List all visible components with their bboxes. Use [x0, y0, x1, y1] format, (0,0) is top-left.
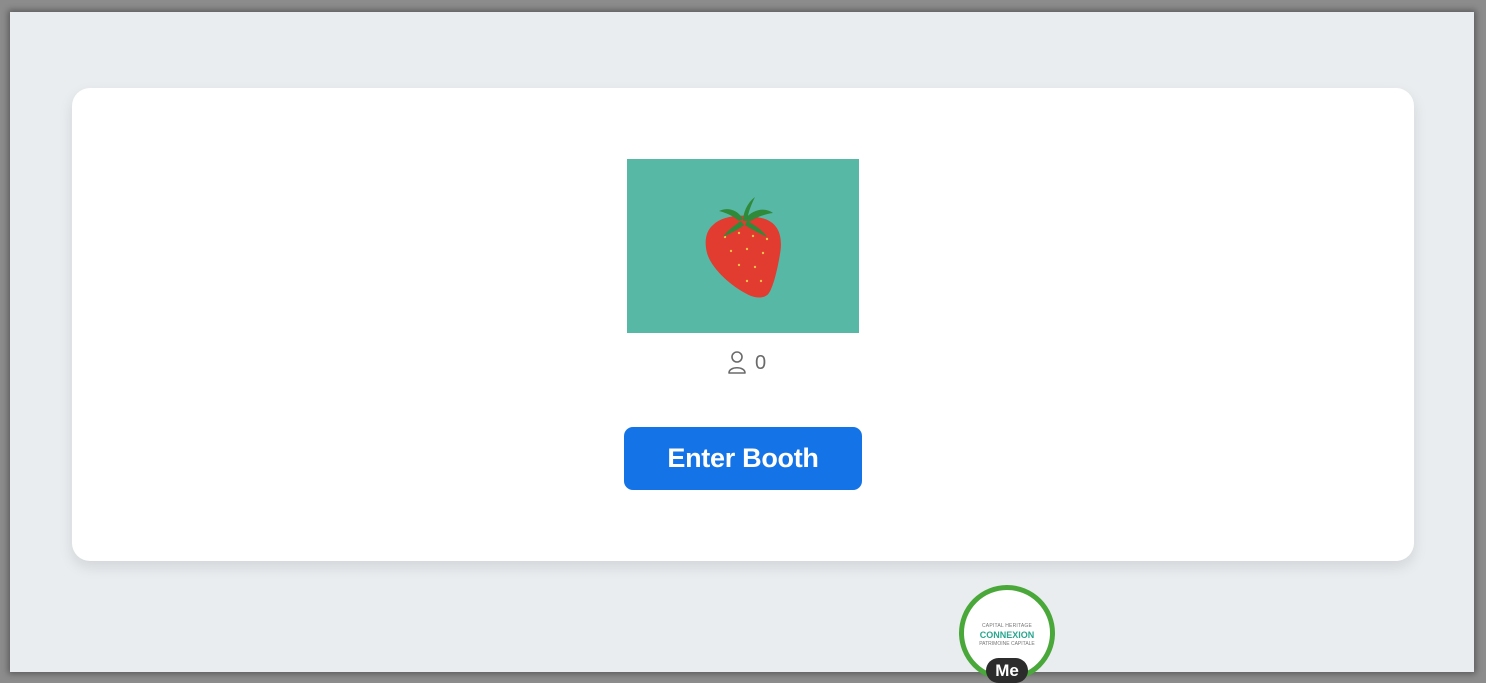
me-avatar[interactable]: CAPITAL HERITAGE CONNEXION PATRIMOINE CA… [959, 585, 1055, 683]
booth-card: 0 Enter Booth CAPITAL HERITAGE CONNEXION… [72, 88, 1414, 683]
avatar-logo-main: CONNEXION [979, 630, 1035, 640]
enter-booth-button[interactable]: Enter Booth [624, 427, 862, 490]
avatar-logo: CAPITAL HERITAGE CONNEXION PATRIMOINE CA… [964, 624, 1050, 647]
avatar-logo-top: CAPITAL HERITAGE [981, 623, 1033, 629]
person-icon [728, 351, 746, 374]
avatar-logo-bottom: PATRIMOINE CAPITALE [979, 641, 1035, 647]
strawberry-icon [705, 197, 781, 298]
visitor-count: 0 [727, 350, 766, 376]
booth-image [627, 159, 859, 333]
me-label: Me [986, 658, 1028, 683]
app-window: 0 Enter Booth CAPITAL HERITAGE CONNEXION… [10, 12, 1474, 683]
visitor-count-value: 0 [755, 351, 767, 374]
